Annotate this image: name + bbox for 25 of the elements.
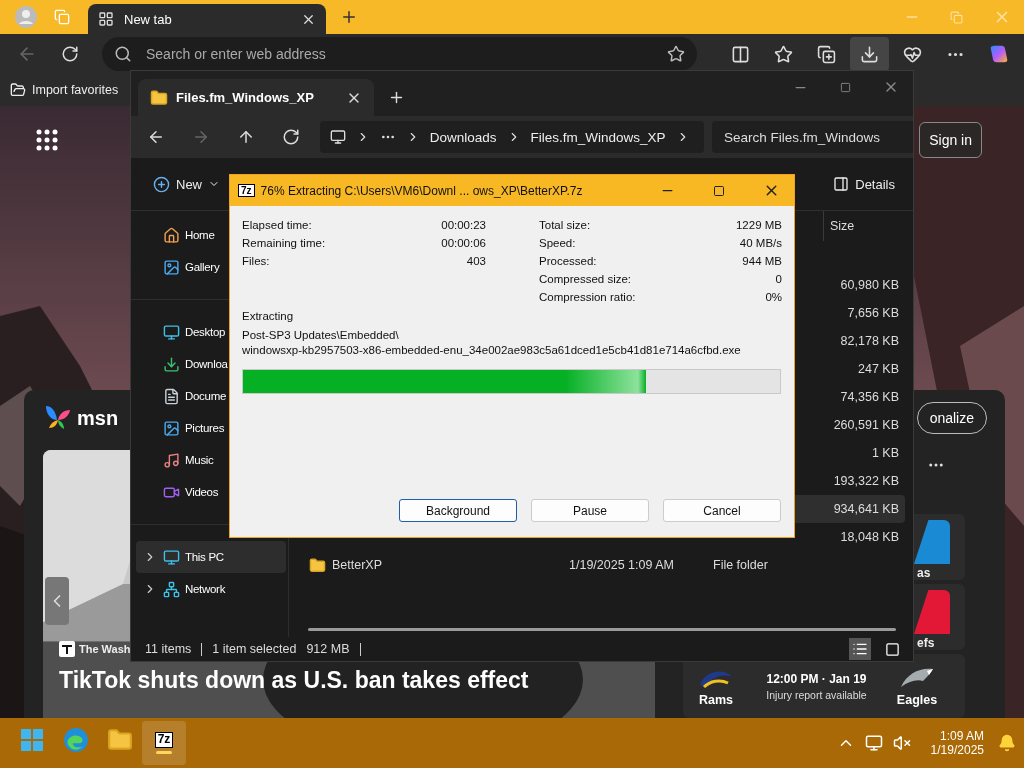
folder-icon (107, 727, 133, 753)
search-icon (113, 45, 132, 63)
browser-logo-icon (63, 727, 89, 753)
star-icon[interactable] (667, 45, 686, 63)
collections-icon[interactable] (817, 44, 837, 64)
new-tab-icon (98, 11, 114, 27)
network-icon[interactable] (864, 734, 883, 752)
favorites-icon[interactable] (774, 44, 794, 64)
clock[interactable]: 1:09 AM 1/19/2025 (930, 729, 984, 757)
new-tab-plus-icon[interactable] (388, 89, 405, 106)
notification-bell-icon[interactable] (998, 734, 1016, 752)
explorer-tab[interactable]: Files.fm_Windows_XP (138, 79, 374, 116)
folder-icon (10, 82, 26, 98)
download-icon[interactable] (860, 44, 880, 64)
split-screen-icon[interactable] (731, 44, 751, 64)
windows-logo-icon (20, 728, 44, 752)
archive-app-icon: 7z (154, 732, 174, 748)
refresh-icon[interactable] (61, 45, 80, 63)
folder-icon (150, 88, 168, 107)
muted-speaker-icon[interactable] (892, 734, 911, 752)
address-bar[interactable]: Search or enter web address (101, 37, 698, 71)
import-favorites-link[interactable]: Import favorites (10, 82, 119, 98)
heart-pulse-icon[interactable] (903, 44, 923, 64)
taskbar-button[interactable]: 7z (142, 721, 186, 765)
browser-tab[interactable]: New tab (88, 4, 326, 34)
